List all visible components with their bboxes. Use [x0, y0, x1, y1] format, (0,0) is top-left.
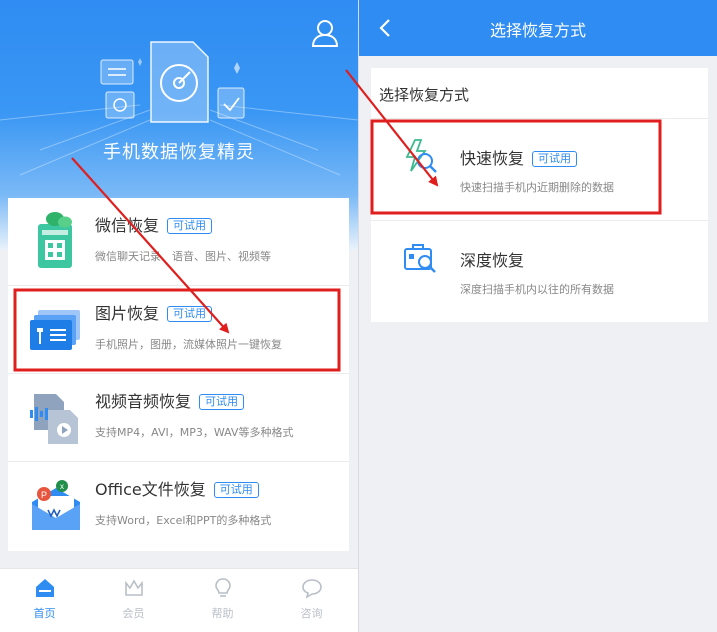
option-deep-recovery[interactable]: 深度恢复 深度扫描手机内以往的所有数据 — [371, 220, 708, 322]
card-title: 视频音频恢复 可试用 — [95, 388, 245, 412]
svg-text:x: x — [60, 482, 64, 491]
trial-badge: 可试用 — [213, 482, 259, 498]
option-title: 深度恢复 — [460, 251, 525, 270]
panel-heading: 选择恢复方式 — [379, 86, 470, 104]
trial-badge: 可试用 — [199, 394, 245, 410]
option-description: 快速扫描手机内近期删除的数据 — [460, 181, 614, 194]
screenshot-root: 手机数据恢复精灵 微信恢复 可试用 微信聊天记录、语音、图片、视频等 图片恢复 … — [0, 0, 717, 632]
video-audio-recovery-icon — [30, 394, 78, 444]
home-icon — [35, 579, 54, 597]
card-title: 图片恢复 可试用 — [95, 300, 213, 324]
quick-scan-icon — [405, 139, 437, 173]
card-title: Office文件恢复 可试用 — [95, 476, 259, 500]
page-title: 选择恢复方式 — [489, 21, 586, 40]
option-title: 快速恢复 可试用 — [460, 145, 578, 169]
card-office-recovery[interactable]: P x Office文件恢复 可试用 支持Word，Excel和PPT的多种格式 — [8, 462, 349, 550]
tab-label: 首页 — [33, 607, 56, 620]
lightbulb-icon — [214, 578, 231, 597]
card-description: 支持MP4，AVI，MP3，WAV等多种格式 — [95, 426, 294, 439]
user-profile-icon[interactable] — [311, 18, 339, 48]
svg-text:P: P — [41, 490, 47, 500]
recovery-card-list: 微信恢复 可试用 微信聊天记录、语音、图片、视频等 图片恢复 可试用 手机照片，图册… — [8, 198, 349, 551]
tab-consult[interactable]: 咨询 — [267, 569, 356, 632]
option-description: 深度扫描手机内以往的所有数据 — [460, 283, 614, 296]
bottom-tab-bar: 首页 会员 帮助 咨询 — [0, 568, 358, 632]
card-wechat-recovery[interactable]: 微信恢复 可试用 微信聊天记录、语音、图片、视频等 — [8, 198, 349, 286]
wechat-recovery-icon — [38, 212, 72, 268]
photo-recovery-icon — [30, 310, 80, 350]
card-description: 微信聊天记录、语音、图片、视频等 — [95, 250, 271, 263]
navigation-bar: 选择恢复方式 — [359, 0, 717, 56]
crown-icon — [124, 579, 143, 596]
recovery-mode-screen: 选择恢复方式 选择恢复方式 快速恢复 可试用 快速扫描手机内近期删除的数据 深度… — [359, 0, 717, 632]
trial-badge: 可试用 — [167, 218, 213, 234]
card-video-audio-recovery[interactable]: 视频音频恢复 可试用 支持MP4，AVI，MP3，WAV等多种格式 — [8, 374, 349, 462]
deep-scan-icon — [404, 244, 436, 273]
home-screen: 手机数据恢复精灵 微信恢复 可试用 微信聊天记录、语音、图片、视频等 图片恢复 … — [0, 0, 358, 632]
card-description: 手机照片，图册，流媒体照片一键恢复 — [95, 338, 282, 351]
tab-label: 会员 — [122, 607, 145, 620]
recovery-options-panel: 选择恢复方式 快速恢复 可试用 快速扫描手机内近期删除的数据 深度恢复 深度扫描… — [371, 68, 708, 322]
card-title: 微信恢复 可试用 — [95, 212, 213, 236]
card-description: 支持Word，Excel和PPT的多种格式 — [95, 514, 272, 527]
option-quick-recovery[interactable]: 快速恢复 可试用 快速扫描手机内近期删除的数据 — [371, 118, 708, 220]
tab-membership[interactable]: 会员 — [89, 569, 178, 632]
chat-bubble-icon — [301, 579, 322, 599]
tab-help[interactable]: 帮助 — [178, 569, 267, 632]
tab-home[interactable]: 首页 — [0, 569, 89, 632]
tab-label: 咨询 — [300, 607, 323, 620]
office-recovery-icon: P x — [32, 480, 80, 530]
trial-badge: 可试用 — [532, 151, 578, 167]
tab-label: 帮助 — [211, 607, 234, 620]
app-title: 手机数据恢复精灵 — [103, 142, 255, 163]
card-photo-recovery[interactable]: 图片恢复 可试用 手机照片，图册，流媒体照片一键恢复 — [8, 286, 349, 374]
trial-badge: 可试用 — [167, 306, 213, 322]
